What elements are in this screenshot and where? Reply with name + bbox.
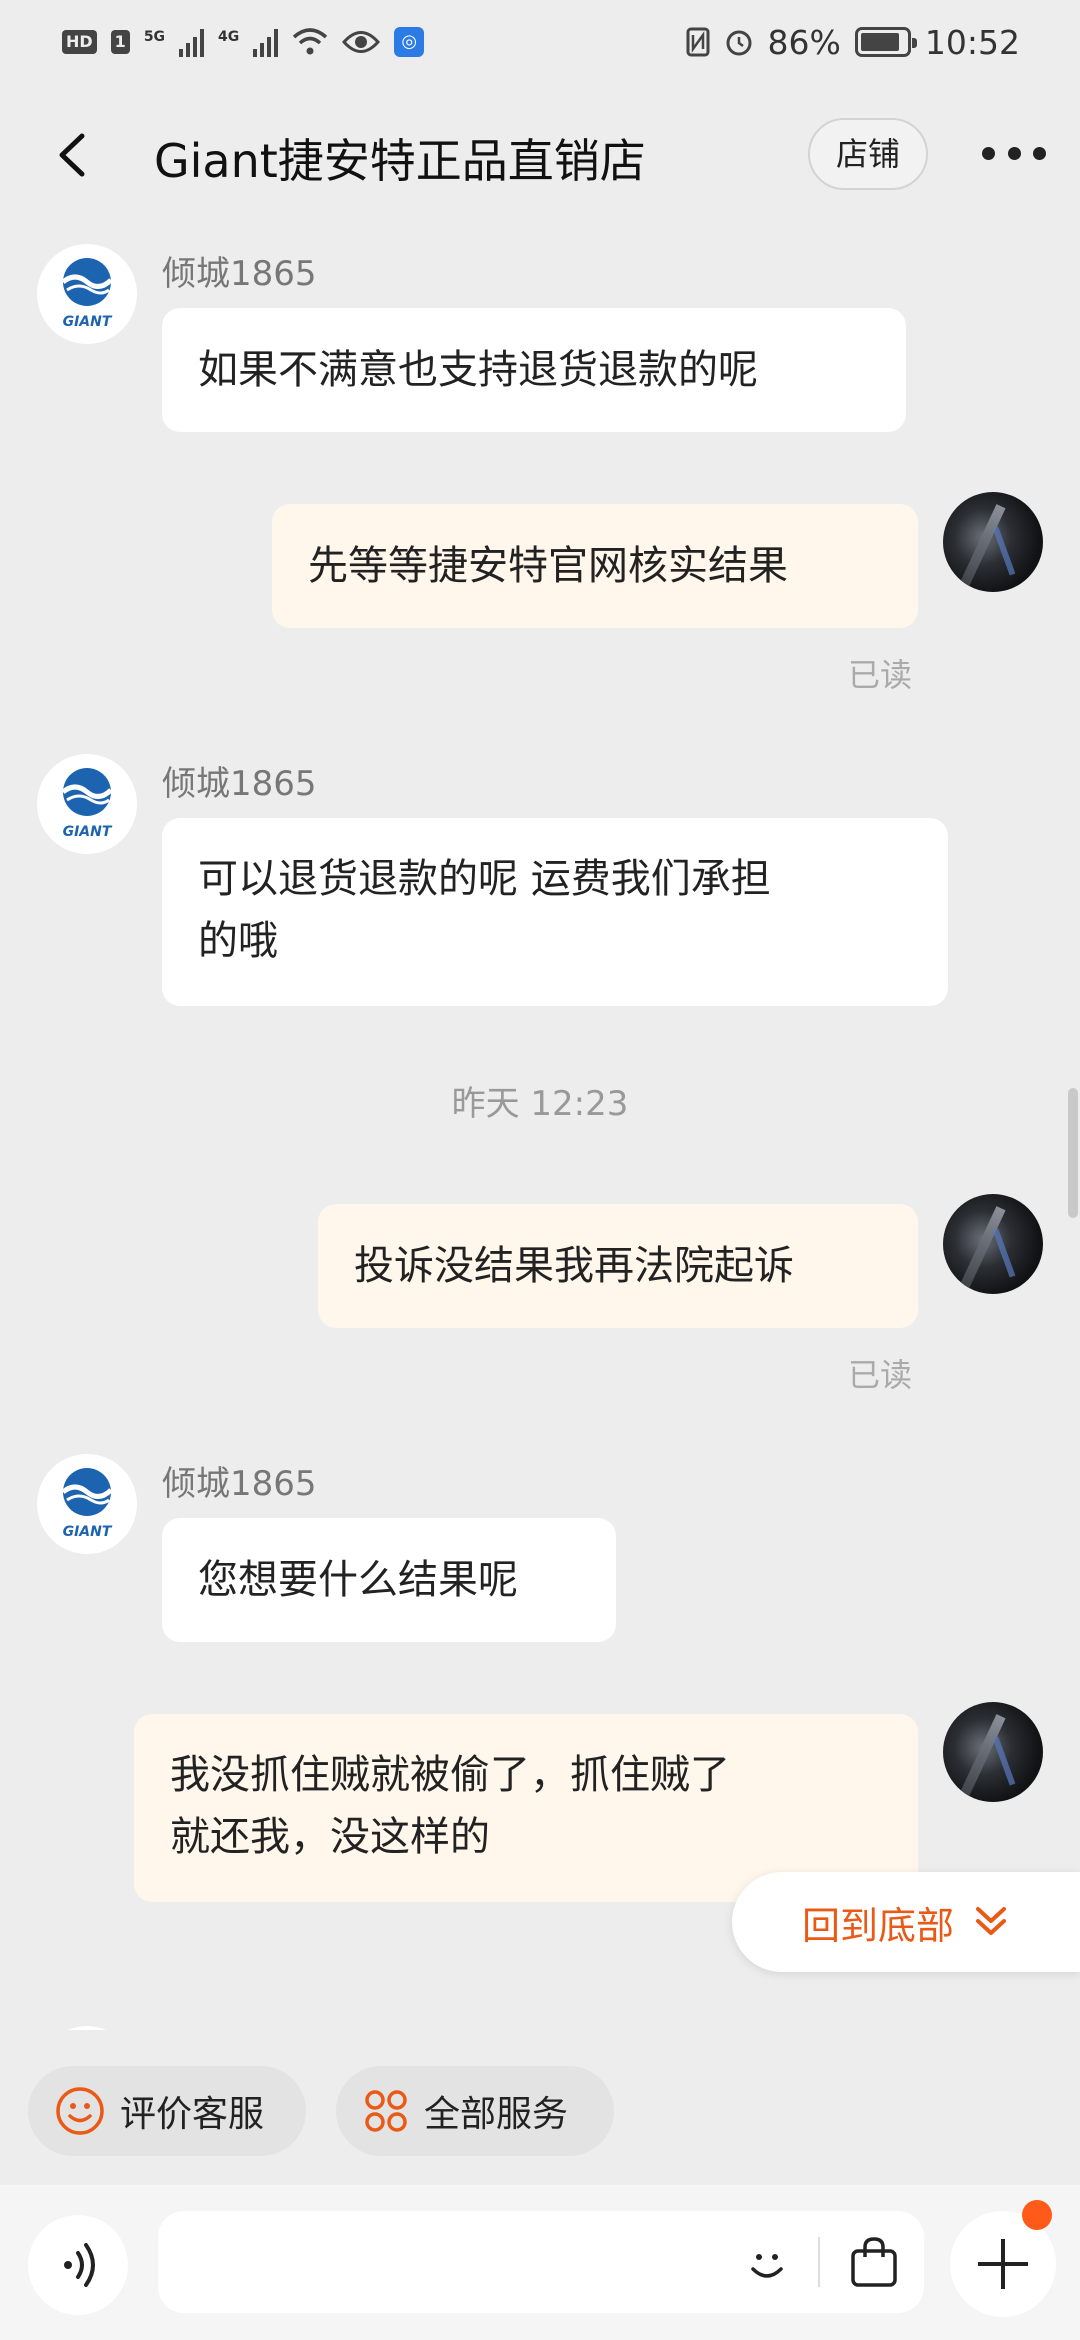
- svg-text:GIANT: GIANT: [63, 314, 113, 330]
- battery-icon: [854, 27, 917, 57]
- network-5g-label: 5G: [143, 29, 166, 45]
- chat-header: Giant捷安特正品直销店 店铺: [0, 100, 1080, 210]
- double-chevron-down-icon: [976, 1907, 1007, 1935]
- giant-logo-icon: GIANT: [61, 768, 113, 840]
- message-line: 我没抓住贼就被偷了，抓住贼了: [170, 1752, 730, 1798]
- sim-badge: 1: [110, 30, 130, 54]
- hd-badge: HD: [62, 30, 97, 54]
- page-title: Giant捷安特正品直销店: [154, 134, 646, 188]
- battery-level: [860, 33, 899, 51]
- chat-messages[interactable]: GIANT 倾城1865 如果不满意也支持退货退款的呢 先等等捷安特官网核实结果…: [0, 210, 1080, 2030]
- all-services-button[interactable]: 全部服务: [336, 2066, 614, 2156]
- input-bar: [0, 2185, 1080, 2340]
- shop-button[interactable]: 店铺: [808, 118, 928, 190]
- message-line: 的哦: [198, 918, 278, 964]
- voice-input-button[interactable]: [28, 2215, 128, 2315]
- message-bubble-incoming[interactable]: 可以退货退款的呢 运费我们承担 的哦: [162, 818, 948, 1006]
- status-left: HD 1 5G 4G ◎: [62, 27, 425, 57]
- notification-dot: [1022, 2200, 1052, 2230]
- user-avatar[interactable]: [943, 1194, 1043, 1294]
- timestamp: 昨天 12:23: [451, 1084, 629, 1124]
- sender-name: 倾城1865: [162, 254, 317, 294]
- voice-icon: [64, 2243, 95, 2287]
- merchant-avatar[interactable]: GIANT: [37, 754, 137, 854]
- smiley-icon: [56, 2087, 104, 2135]
- merchant-avatar-partial: [37, 2026, 137, 2030]
- back-to-bottom-button[interactable]: 回到底部: [732, 1872, 1080, 1972]
- sender-name: 倾城1865: [162, 1464, 317, 1504]
- network-4g-label: 4G: [218, 29, 240, 45]
- message-bubble-outgoing[interactable]: 投诉没结果我再法院起诉: [318, 1204, 918, 1328]
- emoji-icon[interactable]: [740, 2237, 794, 2291]
- grid-icon: [365, 2090, 407, 2132]
- alarm-icon: [726, 30, 752, 56]
- merchant-avatar[interactable]: GIANT: [37, 244, 137, 344]
- rate-service-button[interactable]: 评价客服: [28, 2066, 306, 2156]
- message-line: 就还我，没这样的: [170, 1814, 490, 1860]
- clock: 10:52: [924, 22, 1020, 62]
- sender-name: 倾城1865: [162, 764, 317, 804]
- message-line: 可以退货退款的呢 运费我们承担: [198, 856, 771, 902]
- signal-icon-2: [253, 27, 279, 57]
- giant-logo-icon: GIANT: [61, 258, 113, 330]
- message-bubble-outgoing[interactable]: 先等等捷安特官网核实结果: [272, 504, 918, 628]
- message-bubble-incoming[interactable]: 您想要什么结果呢: [162, 1518, 616, 1642]
- rate-service-label: 评价客服: [120, 2094, 265, 2135]
- shopping-bag-icon[interactable]: [848, 2235, 900, 2289]
- back-arrow-icon[interactable]: [48, 130, 98, 180]
- quick-actions: 评价客服 全部服务: [0, 2066, 1080, 2156]
- eye-icon: [342, 31, 381, 53]
- message-bubble-incoming[interactable]: 如果不满意也支持退货退款的呢: [162, 308, 906, 432]
- app-notification-icon: ◎: [394, 27, 425, 57]
- user-avatar[interactable]: [943, 1702, 1043, 1802]
- battery-percent: 86%: [767, 22, 841, 62]
- wifi-icon: [293, 28, 328, 55]
- status-right: 86% 10:52: [686, 23, 1020, 62]
- user-avatar[interactable]: [943, 492, 1043, 592]
- back-to-bottom-label: 回到底部: [802, 1903, 955, 1948]
- all-services-label: 全部服务: [424, 2094, 569, 2135]
- message-input-container[interactable]: [158, 2211, 924, 2313]
- signal-icon: [179, 27, 205, 57]
- nfc-icon: [686, 27, 710, 57]
- giant-logo-icon: GIANT: [61, 1468, 113, 1540]
- message-input[interactable]: [184, 2231, 744, 2293]
- status-bar: HD 1 5G 4G ◎ 86% 10:52: [0, 0, 1080, 84]
- more-options-icon[interactable]: [982, 138, 1046, 168]
- scrollbar-thumb[interactable]: [1068, 1088, 1078, 1218]
- merchant-avatar[interactable]: GIANT: [37, 1454, 137, 1554]
- svg-text:GIANT: GIANT: [63, 1524, 113, 1540]
- read-status: 已读: [848, 656, 913, 694]
- svg-text:GIANT: GIANT: [63, 824, 113, 840]
- input-divider: [818, 2237, 820, 2287]
- read-status: 已读: [848, 1356, 913, 1394]
